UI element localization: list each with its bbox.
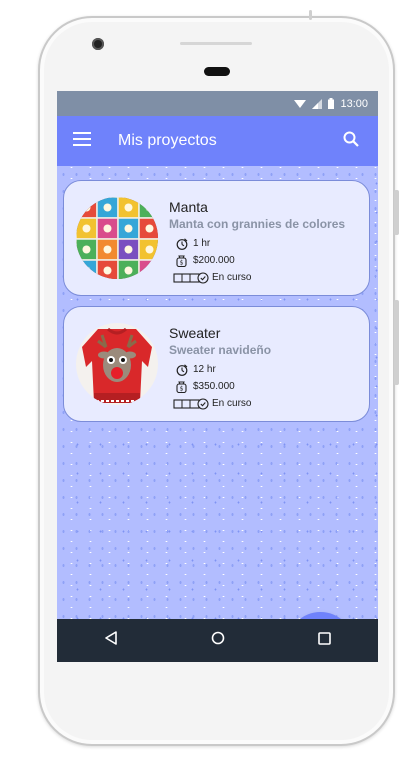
search-icon: [343, 131, 359, 152]
project-description: Manta con grannies de colores: [169, 217, 346, 231]
project-card[interactable]: Manta Manta con grannies de colores 1 hr…: [63, 180, 370, 296]
timer-icon: [173, 237, 190, 251]
status-bar: 13:00: [57, 91, 378, 116]
project-status: En curso: [212, 272, 252, 283]
system-nav-bar: [57, 619, 378, 662]
project-description: Sweater navideño: [169, 343, 272, 357]
money-bag-icon: $: [173, 380, 190, 394]
money-bag-icon: $: [173, 254, 190, 268]
hamburger-menu-icon: [73, 131, 91, 151]
home-button[interactable]: [198, 621, 238, 661]
project-name: Sweater: [169, 325, 221, 341]
timer-icon: [173, 363, 190, 377]
recents-button[interactable]: [305, 621, 345, 661]
top-edge-mark: [309, 10, 312, 20]
progress-status-icon: [173, 397, 209, 411]
signal-icon: [312, 98, 323, 109]
project-list: Manta Manta con grannies de colores 1 hr…: [57, 166, 378, 662]
home-icon: [211, 631, 225, 650]
project-card[interactable]: Sweater Sweater navideño 12 hr $ $350.00…: [63, 306, 370, 422]
project-name: Manta: [169, 199, 208, 215]
status-time: 13:00: [340, 97, 368, 110]
search-button[interactable]: [336, 116, 366, 166]
power-button: [394, 300, 399, 385]
battery-icon: [328, 98, 335, 109]
progress-status-icon: [173, 271, 209, 285]
back-button[interactable]: [91, 621, 131, 661]
front-camera: [92, 38, 104, 50]
project-status: En curso: [212, 398, 252, 409]
svg-text:$: $: [180, 260, 184, 267]
recents-icon: [318, 631, 331, 650]
volume-button: [394, 190, 399, 235]
app-bar: Mis proyectos: [57, 116, 378, 166]
svg-text:$: $: [180, 386, 184, 393]
project-cost: $200.000: [193, 255, 235, 266]
reindeer-christmas-sweater-image: [76, 323, 158, 405]
screen: 13:00 Mis proyectos Manta Manta con gran…: [57, 91, 378, 662]
granny-square-blanket-image: [76, 197, 158, 279]
menu-button[interactable]: [73, 116, 113, 166]
back-icon: [104, 631, 118, 650]
project-time: 12 hr: [193, 364, 216, 375]
project-cost: $350.000: [193, 381, 235, 392]
top-speaker-grille: [180, 42, 252, 45]
wifi-icon: [294, 99, 307, 109]
earpiece: [204, 67, 230, 76]
page-title: Mis proyectos: [118, 132, 217, 149]
project-time: 1 hr: [193, 238, 211, 249]
